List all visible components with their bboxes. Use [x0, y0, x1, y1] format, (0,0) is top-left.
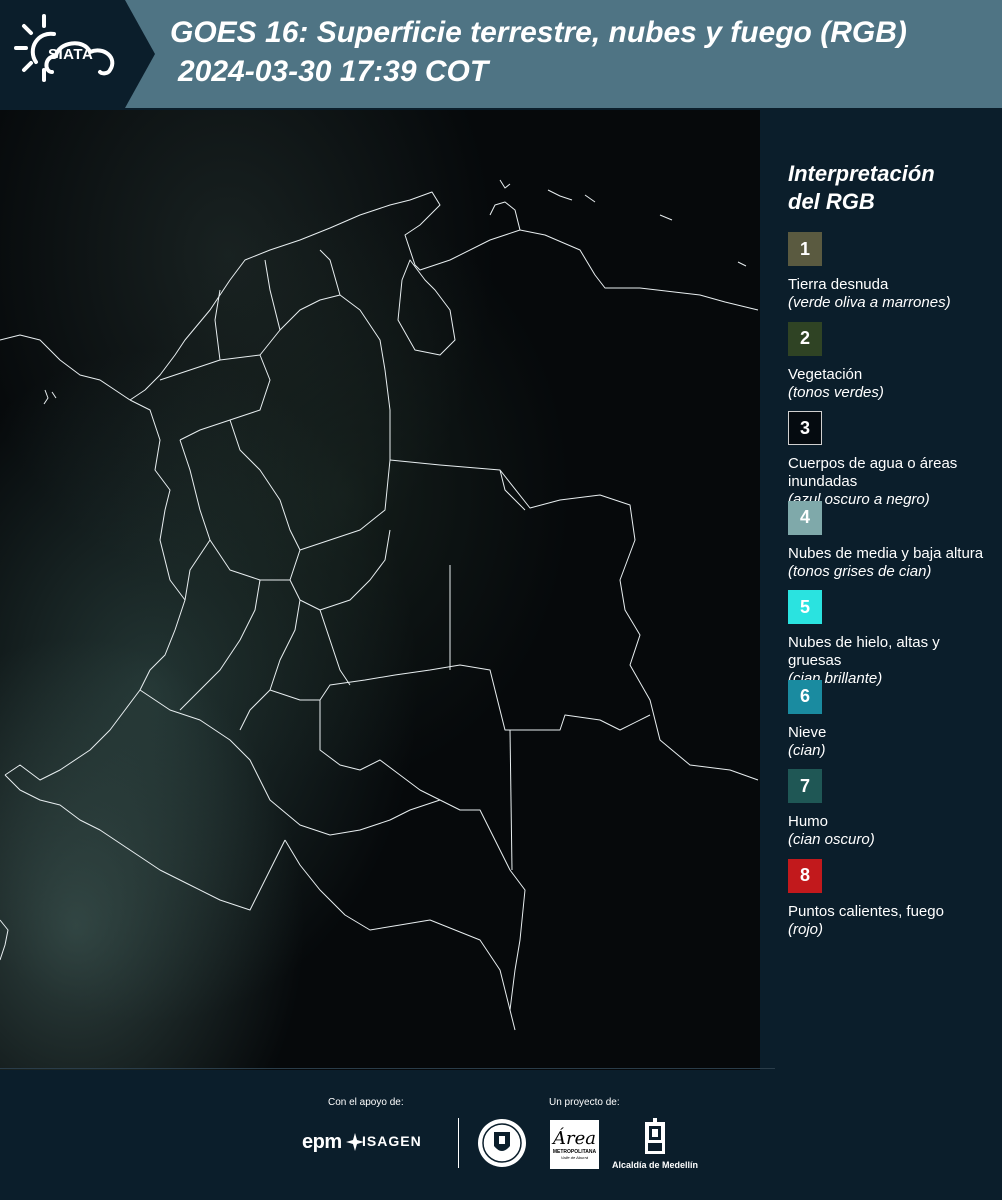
legend-items: 1 Tierra desnuda (verde oliva a marrones… [788, 232, 993, 948]
logo-divider [458, 1118, 459, 1168]
header-bar: SIATA GOES 16: Superficie terrestre, nub… [0, 0, 1002, 108]
legend-label: Nubes de media y baja altura [788, 544, 984, 562]
legend-title-line1: Interpretación [788, 161, 935, 186]
logo-panel: SIATA [0, 0, 155, 108]
rgb-legend: Interpretación del RGB 1 Tierra desnuda … [788, 160, 993, 948]
legend-item: 3 Cuerpos de agua o áreas inundadas (azu… [788, 411, 993, 508]
legend-label: Humo [788, 813, 829, 830]
logo-text: SIATA [48, 46, 94, 63]
legend-description: (tonos grises de cian) [788, 562, 932, 580]
antioquia-seal-icon [478, 1119, 526, 1167]
image-datetime: 2024-03-30 17:39 COT [178, 55, 489, 88]
legend-description: (cian) [788, 741, 826, 759]
legend-swatch: 5 [788, 590, 822, 624]
legend-swatch: 4 [788, 500, 822, 535]
legend-title: Interpretación del RGB [788, 160, 993, 216]
legend-description: (cian oscuro) [788, 831, 875, 848]
legend-swatch: 6 [788, 679, 822, 714]
epm-logo: epm [302, 1131, 342, 1153]
legend-item: 4 Nubes de media y baja altura (tonos gr… [788, 500, 993, 591]
legend-label: Tierra desnuda [788, 276, 889, 293]
area-metropolitana-logo: Área METROPOLITANA Valle de Aburrá [550, 1120, 599, 1169]
legend-swatch: 7 [788, 769, 822, 803]
legend-label: Nieve [788, 723, 827, 741]
footer-divider [0, 1068, 775, 1069]
legend-description: (verde oliva a marrones) [788, 294, 951, 311]
legend-item: 2 Vegetación (tonos verdes) [788, 321, 993, 412]
legend-swatch: 8 [788, 858, 822, 893]
legend-swatch: 3 [788, 411, 822, 445]
isagen-logo: ISAGEN [362, 1133, 422, 1149]
legend-item: 7 Humo (cian oscuro) [788, 769, 993, 859]
legend-label: Nubes de hielo, altas y gruesas [788, 634, 940, 669]
legend-title-line2: del RGB [788, 189, 875, 214]
legend-label: Cuerpos de agua o áreas inundadas [788, 455, 958, 490]
legend-label: Puntos calientes, fuego [788, 902, 944, 920]
legend-description: (rojo) [788, 920, 824, 938]
legend-label: Vegetación [788, 365, 863, 383]
legend-swatch: 2 [788, 321, 822, 356]
area-logo-tagline: Valle de Aburrá [560, 1155, 589, 1160]
legend-item: 8 Puntos calientes, fuego (rojo) [788, 858, 993, 949]
area-logo-text: Área [553, 1128, 596, 1149]
legend-description: (tonos verdes) [788, 383, 884, 401]
project-label: Un proyecto de: [549, 1097, 620, 1108]
legend-item: 6 Nieve (cian) [788, 679, 993, 770]
alcaldia-logo-text: Alcaldía de Medellín [612, 1160, 699, 1170]
legend-swatch: 1 [788, 232, 822, 266]
page-title: GOES 16: Superficie terrestre, nubes y f… [170, 16, 907, 49]
legend-item: 1 Tierra desnuda (verde oliva a marrones… [788, 232, 993, 322]
legend-item: 5 Nubes de hielo, altas y gruesas (cian … [788, 590, 993, 687]
satellite-map [0, 110, 760, 1070]
medellin-emblem-icon [645, 1118, 665, 1154]
support-label: Con el apoyo de: [328, 1097, 404, 1108]
